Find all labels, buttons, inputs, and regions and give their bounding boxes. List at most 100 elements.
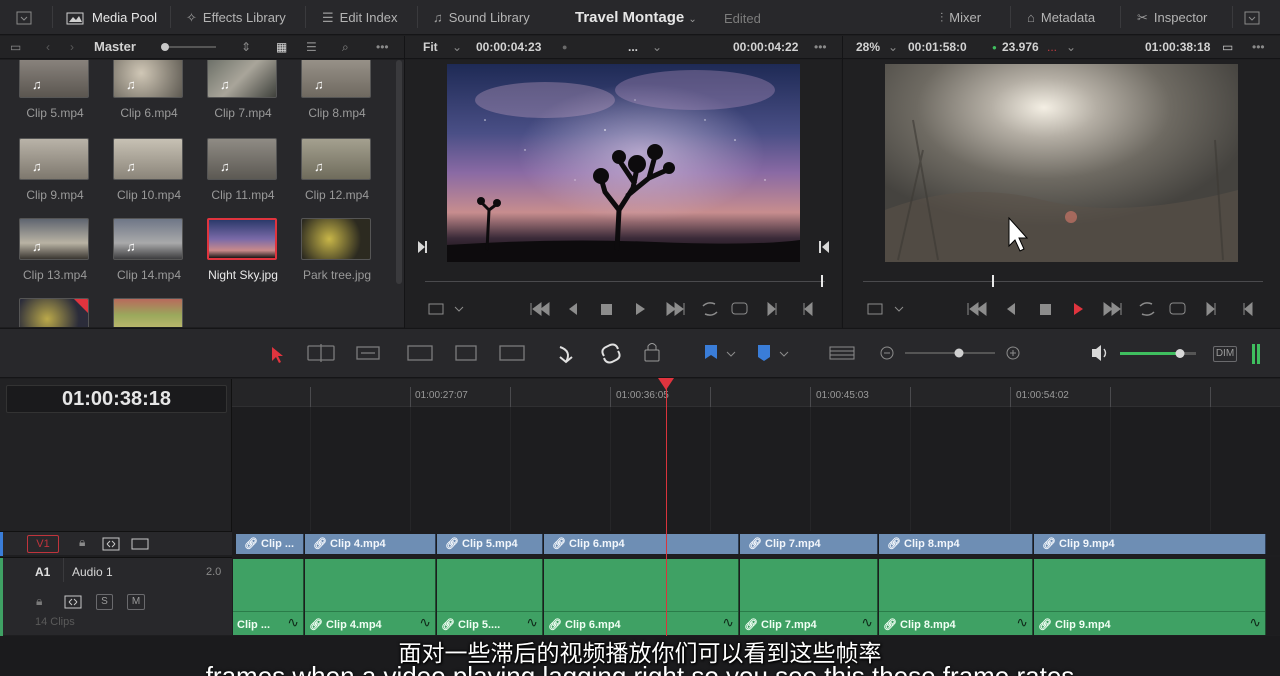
video-clip[interactable]: 🔗︎ Clip 6.mp4 [544,534,739,554]
play-icon[interactable] [1074,303,1083,315]
audio-clip[interactable]: 🔗︎ Clip 5.... ∿ [437,559,543,635]
chevron-down-icon[interactable] [779,351,789,357]
slider-handle[interactable] [1175,349,1185,358]
list-view-icon[interactable]: ☰ [306,40,317,54]
mute-button[interactable]: M [127,594,145,610]
media-clip[interactable]: ♫ Clip 8.mp4 [301,60,373,120]
search-icon[interactable]: ⌕ [342,40,349,55]
clip-thumbnail[interactable]: ♫ [207,60,277,98]
audio-clip[interactable]: 🔗︎ Clip 9.mp4 ∿ [1034,559,1266,635]
clip-thumbnail[interactable]: ♫ [301,138,371,180]
go-to-end-icon[interactable] [666,302,685,316]
clip-thumbnail[interactable]: ♫ [19,138,89,180]
loop-icon[interactable] [1139,302,1155,316]
mark-out-icon[interactable] [822,241,829,253]
viewer-mode-icon[interactable] [428,303,444,315]
clip-thumbnail[interactable]: ♫ [19,218,89,260]
overwrite-clip-icon[interactable] [499,345,525,361]
viewer-mode-icon[interactable] [867,303,883,315]
playhead-handle-icon[interactable] [658,378,674,390]
video-clip[interactable]: 🔗︎ Clip 9.mp4 [1034,534,1266,554]
more-options-icon[interactable]: ••• [814,40,827,54]
full-extent-zoom-icon[interactable] [829,346,855,360]
match-frame-icon[interactable] [1169,302,1186,315]
v1-track-label[interactable]: V1 [27,535,59,553]
audio-clip[interactable]: 🔗︎ Clip 8.mp4 ∿ [879,559,1033,635]
clip-thumbnail[interactable]: ♫ [113,218,183,260]
grid-view-icon[interactable]: ▦ [276,40,287,54]
chevron-down-icon[interactable]: ⌄ [888,40,898,54]
audio-clip[interactable]: 🔗︎ Clip 7.mp4 ∿ [740,559,878,635]
viewer-mode-icon[interactable]: ▭ [1222,40,1233,54]
timeline-scrubber[interactable] [863,281,1263,282]
prev-frame-icon[interactable] [1243,301,1253,317]
clip-thumbnail[interactable]: ♫ [113,60,183,98]
dim-button[interactable]: DIM [1213,346,1237,362]
collapse-right-panel-button[interactable] [1244,0,1260,35]
collapse-panel-button[interactable] [16,0,32,35]
sidebar-toggle-icon[interactable]: ▭ [10,40,21,54]
media-clip[interactable]: Park tree.jpg [301,218,373,282]
metadata-tab[interactable]: ⌂ Metadata [1027,0,1095,35]
audio-clip[interactable]: Clip ... ∿ [233,559,304,635]
framerate-menu[interactable]: ... [1047,40,1057,54]
effects-library-tab[interactable]: ✧ Effects Library [186,0,286,35]
loop-icon[interactable] [702,302,718,316]
a1-track-label[interactable]: A1 [35,565,50,579]
media-clip[interactable] [113,298,185,327]
source-zoom-select[interactable]: Fit [423,40,438,54]
clip-thumbnail[interactable] [19,298,89,327]
media-clip[interactable]: ♫ Clip 14.mp4 [113,218,185,282]
reverse-play-icon[interactable] [1007,303,1015,315]
media-clip[interactable]: ♫ Clip 12.mp4 [301,138,373,202]
flag-icon[interactable] [705,345,717,359]
speaker-icon[interactable] [1092,345,1101,361]
go-to-start-icon[interactable] [967,302,987,316]
a1-track-name[interactable]: Audio 1 [72,565,113,579]
clip-thumbnail[interactable]: ♫ [113,138,183,180]
chevron-down-icon[interactable]: ⌄ [452,40,462,54]
media-clip[interactable]: ♫ Clip 9.mp4 [19,138,91,202]
snapping-icon[interactable] [559,346,573,364]
insert-clip-icon[interactable] [455,345,477,361]
position-lock-icon[interactable] [644,349,660,362]
slider-handle[interactable] [954,348,964,358]
project-title[interactable]: Travel Montage ⌄ [575,9,697,26]
media-clip[interactable]: Night Sky.jpg [207,218,279,282]
source-viewer[interactable] [405,60,841,327]
scrubber-playhead[interactable] [821,275,823,287]
blade-tool-icon[interactable] [407,345,433,361]
clip-thumbnail[interactable] [207,218,277,260]
media-clip[interactable]: ♫ Clip 10.mp4 [113,138,185,202]
media-clip[interactable]: ♫ Clip 7.mp4 [207,60,279,120]
clip-thumbnail[interactable]: ♫ [19,60,89,98]
edit-index-tab[interactable]: ☰ Edit Index [322,0,397,35]
solo-button[interactable]: S [96,594,113,610]
chevron-down-icon[interactable]: ⌄ [652,40,662,54]
source-clip-menu[interactable]: ... [628,40,638,54]
lock-icon[interactable]: 🔒︎ [36,594,42,609]
timeline-playhead[interactable] [666,384,667,636]
track-visibility-icon[interactable] [131,537,149,551]
more-options-icon[interactable]: ••• [376,40,389,54]
match-frame-icon[interactable] [731,302,748,315]
thumbnail-size-slider[interactable] [161,43,216,51]
inspector-tab[interactable]: ✂ Inspector [1137,0,1207,35]
timeline-zoom-select[interactable]: 28% [856,40,880,54]
go-to-end-icon[interactable] [1103,302,1122,316]
scrubber-playhead[interactable] [992,275,994,287]
clip-thumbnail[interactable] [113,298,183,327]
video-clip[interactable]: 🔗︎ Clip ... [236,534,304,554]
audio-clip[interactable]: 🔗︎ Clip 6.mp4 ∿ [544,559,739,635]
auto-select-icon[interactable] [102,537,120,551]
timeline-viewer[interactable] [843,60,1280,327]
stop-icon[interactable] [1040,304,1051,315]
slider-handle[interactable] [161,43,169,51]
chevron-down-icon[interactable] [726,351,736,357]
timeline-ruler[interactable]: 01:00:27:07 01:00:36:05 01:00:45:03 01:0… [232,379,1280,407]
clip-thumbnail[interactable]: ♫ [207,138,277,180]
linked-selection-icon[interactable] [601,343,621,364]
video-clip[interactable]: 🔗︎ Clip 5.mp4 [437,534,543,554]
volume-slider[interactable] [1120,352,1182,355]
chevron-down-icon[interactable]: ⌄ [1066,40,1076,54]
